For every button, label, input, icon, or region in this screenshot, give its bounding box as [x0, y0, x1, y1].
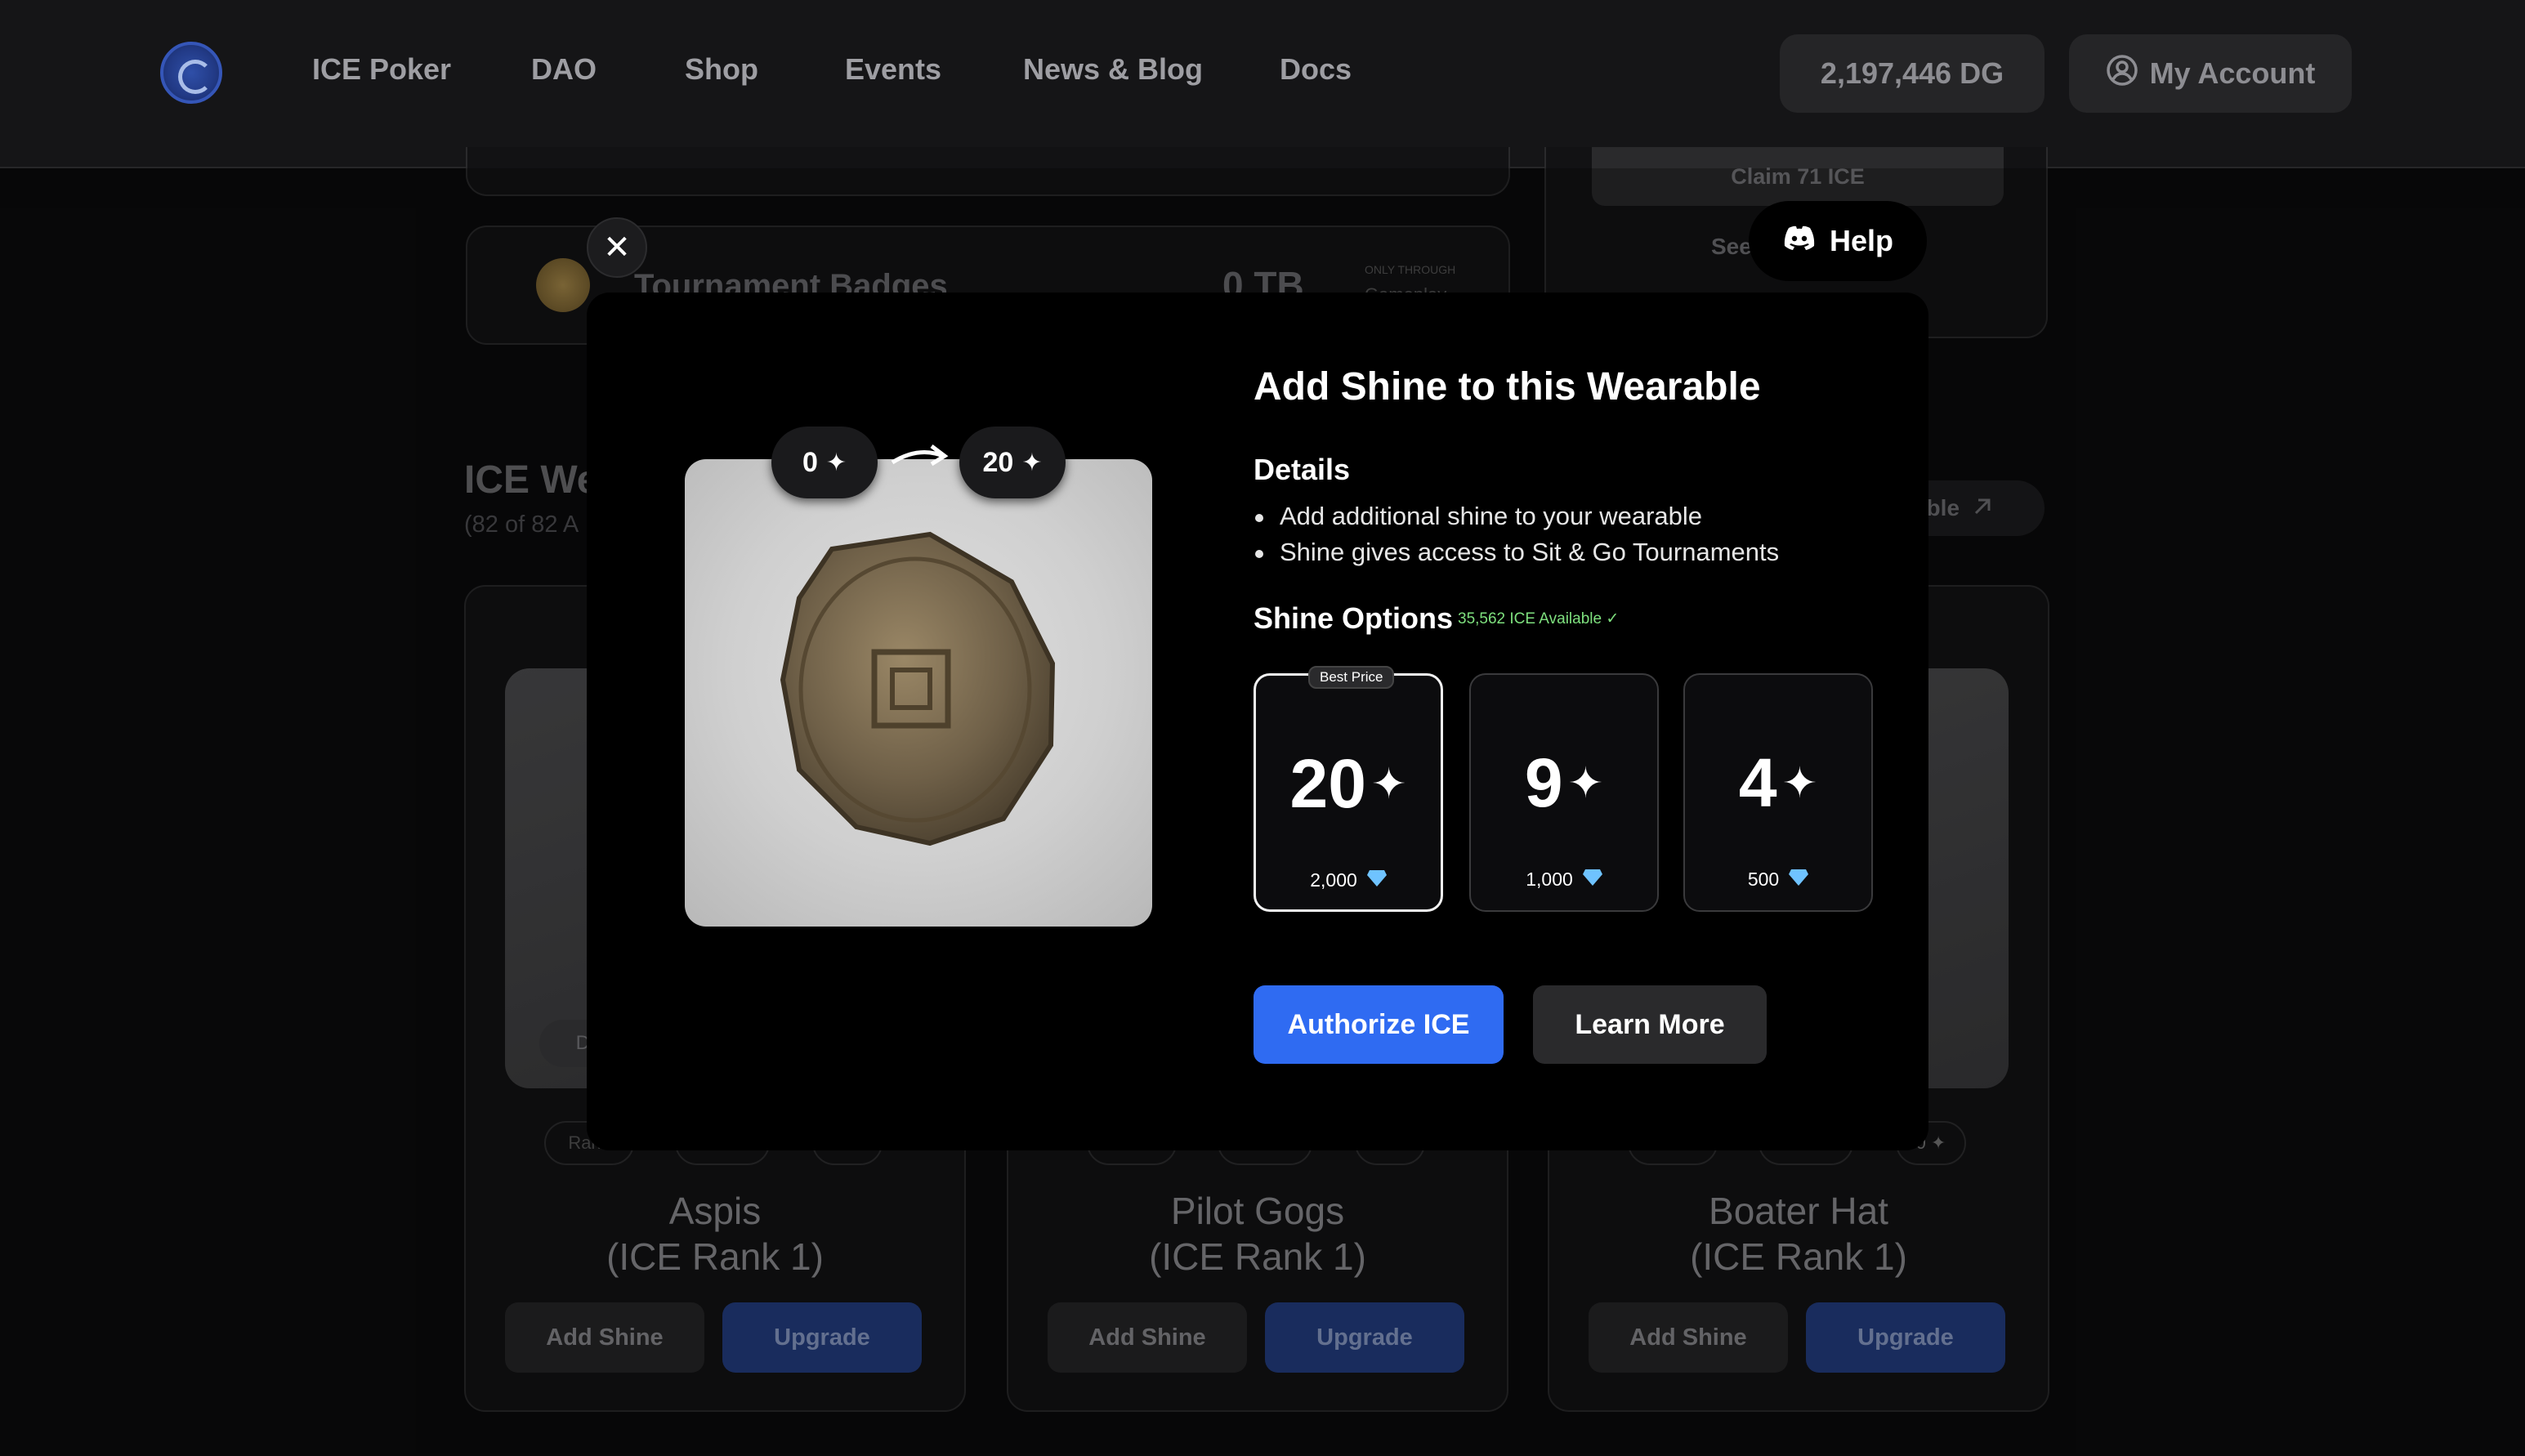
shine-option-amount: 4 ✦ — [1685, 744, 1871, 823]
sparkle-icon: ✦ — [1370, 760, 1407, 808]
ice-available-label: 35,562 ICE Available ✓ — [1458, 610, 1620, 628]
my-account-label: My Account — [2149, 56, 2316, 90]
authorize-ice-button[interactable]: Authorize ICE — [1254, 985, 1504, 1064]
details-heading: Details — [1254, 453, 1351, 486]
sparkle-icon: ✦ — [1781, 759, 1818, 807]
shine-option-9[interactable]: 9 ✦ 1,000 — [1469, 673, 1659, 912]
shine-option-price: 2,000 — [1256, 869, 1441, 891]
target-shine-pill: 20 ✦ — [959, 427, 1066, 498]
shine-option-price: 500 — [1685, 868, 1871, 891]
shine-amount-value: 20 — [1289, 745, 1366, 822]
current-shine-pill: 0 ✦ — [771, 427, 878, 498]
price-value: 500 — [1747, 868, 1780, 890]
account-icon — [2106, 54, 2138, 94]
my-account-button[interactable]: My Account — [2069, 34, 2352, 113]
nav-dao[interactable]: DAO — [531, 52, 597, 87]
balance-value: 2,197,446 DG — [1820, 56, 2004, 90]
current-shine-value: 0 — [802, 446, 818, 478]
price-value: 2,000 — [1310, 869, 1357, 891]
shine-options-heading: Shine Options — [1254, 601, 1454, 635]
help-label: Help — [1829, 224, 1893, 257]
help-button[interactable]: Help — [1749, 201, 1927, 281]
nav-shop[interactable]: Shop — [685, 52, 758, 87]
decentral-games-logo[interactable] — [160, 42, 222, 104]
nav-docs[interactable]: Docs — [1280, 52, 1352, 87]
detail-item: Shine gives access to Sit & Go Tournamen… — [1254, 538, 1780, 566]
price-value: 1,000 — [1526, 868, 1573, 890]
shine-option-20[interactable]: Best Price 20 ✦ 2,000 — [1254, 666, 1443, 912]
diamond-icon — [1366, 869, 1387, 891]
shine-option-amount: 20 ✦ — [1256, 744, 1441, 824]
sparkle-icon: ✦ — [1567, 759, 1604, 807]
shine-amount-value: 9 — [1524, 744, 1563, 821]
top-navbar: ICE Poker DAO Shop Events News & Blog Do… — [0, 0, 2525, 168]
nav-news-blog[interactable]: News & Blog — [1023, 52, 1203, 87]
add-shine-modal: 0 ✦ 20 ✦ Add Shine to this Wearable Deta… — [587, 293, 1928, 1150]
diamond-icon — [1582, 868, 1602, 891]
learn-more-button[interactable]: Learn More — [1533, 985, 1767, 1064]
shield-render — [780, 531, 1056, 846]
shine-amount-value: 4 — [1738, 744, 1777, 821]
close-modal-button[interactable]: ✕ — [587, 217, 647, 278]
discord-icon — [1782, 224, 1817, 258]
balance-button[interactable]: 2,197,446 DG — [1780, 34, 2045, 113]
modal-title: Add Shine to this Wearable — [1254, 365, 1761, 409]
best-price-badge: Best Price — [1308, 666, 1395, 689]
detail-item: Add additional shine to your wearable — [1254, 502, 1703, 530]
target-shine-value: 20 — [982, 446, 1014, 478]
shine-option-price: 1,000 — [1471, 868, 1657, 891]
nav-events[interactable]: Events — [845, 52, 941, 87]
wearable-preview-image — [685, 459, 1152, 927]
shine-option-amount: 9 ✦ — [1471, 744, 1657, 823]
nav-ice-poker[interactable]: ICE Poker — [312, 52, 451, 87]
diamond-icon — [1789, 868, 1809, 891]
close-icon: ✕ — [603, 230, 631, 266]
sparkle-icon: ✦ — [1021, 449, 1043, 476]
sparkle-icon: ✦ — [825, 449, 847, 476]
shine-option-4[interactable]: 4 ✦ 500 — [1683, 673, 1873, 912]
arrow-right-icon — [889, 438, 950, 478]
